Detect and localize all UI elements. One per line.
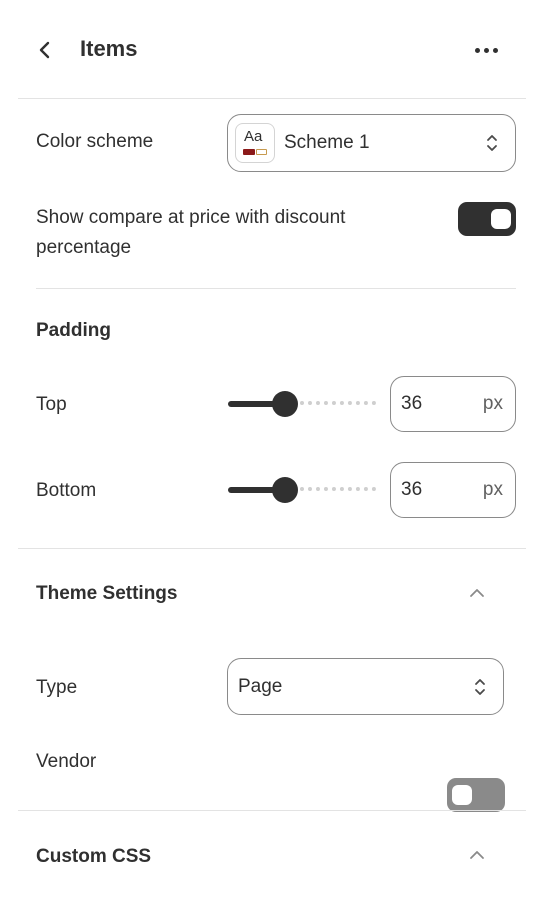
swatch-primary-color — [243, 149, 255, 155]
more-actions-button[interactable] — [466, 34, 506, 66]
theme-settings-heading: Theme Settings — [36, 583, 178, 604]
color-scheme-swatch: Aa — [235, 123, 275, 163]
more-dot — [492, 47, 498, 53]
swatch-secondary-color — [256, 149, 267, 155]
page-title: Items — [80, 36, 138, 61]
color-scheme-label: Color scheme — [36, 131, 154, 152]
padding-heading: Padding — [36, 320, 111, 341]
padding-bottom-slider-thumb[interactable] — [272, 477, 298, 503]
divider — [18, 548, 526, 549]
padding-bottom-label: Bottom — [36, 480, 97, 501]
select-chevron-icon — [475, 678, 485, 695]
type-select[interactable]: Page — [227, 658, 504, 715]
theme-settings-collapse-button[interactable] — [462, 578, 492, 608]
more-horizontal-icon — [474, 47, 480, 53]
compare-price-label: Show compare at price with discount perc… — [36, 203, 345, 263]
type-label: Type — [36, 677, 78, 698]
compare-price-label-line2: percentage — [36, 237, 132, 258]
padding-bottom-unit: px — [482, 479, 503, 500]
compare-price-toggle[interactable] — [458, 202, 516, 236]
color-scheme-value: Scheme 1 — [284, 132, 370, 153]
chevron-up-icon — [470, 589, 484, 597]
divider — [18, 98, 526, 99]
padding-top-value: 36 — [401, 393, 423, 414]
padding-top-slider-thumb[interactable] — [272, 391, 298, 417]
padding-bottom-value: 36 — [401, 479, 423, 500]
more-dot — [483, 47, 489, 53]
back-button[interactable] — [30, 34, 60, 66]
color-scheme-select[interactable]: Aa Scheme 1 — [227, 114, 516, 172]
padding-bottom-input[interactable]: 36 px — [390, 462, 516, 518]
padding-top-label: Top — [36, 394, 67, 415]
divider — [18, 810, 526, 811]
custom-css-collapse-button[interactable] — [462, 840, 492, 870]
vendor-toggle[interactable] — [447, 778, 505, 812]
padding-top-input[interactable]: 36 px — [390, 376, 516, 432]
type-value: Page — [238, 675, 283, 697]
chevron-left-icon — [39, 41, 50, 59]
toggle-knob — [452, 785, 472, 805]
toggle-knob — [491, 209, 511, 229]
chevron-up-icon — [470, 851, 484, 859]
divider — [36, 288, 516, 289]
custom-css-heading: Custom CSS — [36, 846, 152, 867]
vendor-label: Vendor — [36, 751, 97, 772]
swatch-text: Aa — [244, 128, 263, 145]
select-chevron-icon — [487, 135, 497, 151]
padding-top-unit: px — [482, 393, 503, 414]
compare-price-label-line1: Show compare at price with discount — [36, 207, 346, 228]
padding-bottom-slider-track[interactable] — [300, 487, 376, 491]
padding-top-slider-track[interactable] — [300, 401, 376, 405]
